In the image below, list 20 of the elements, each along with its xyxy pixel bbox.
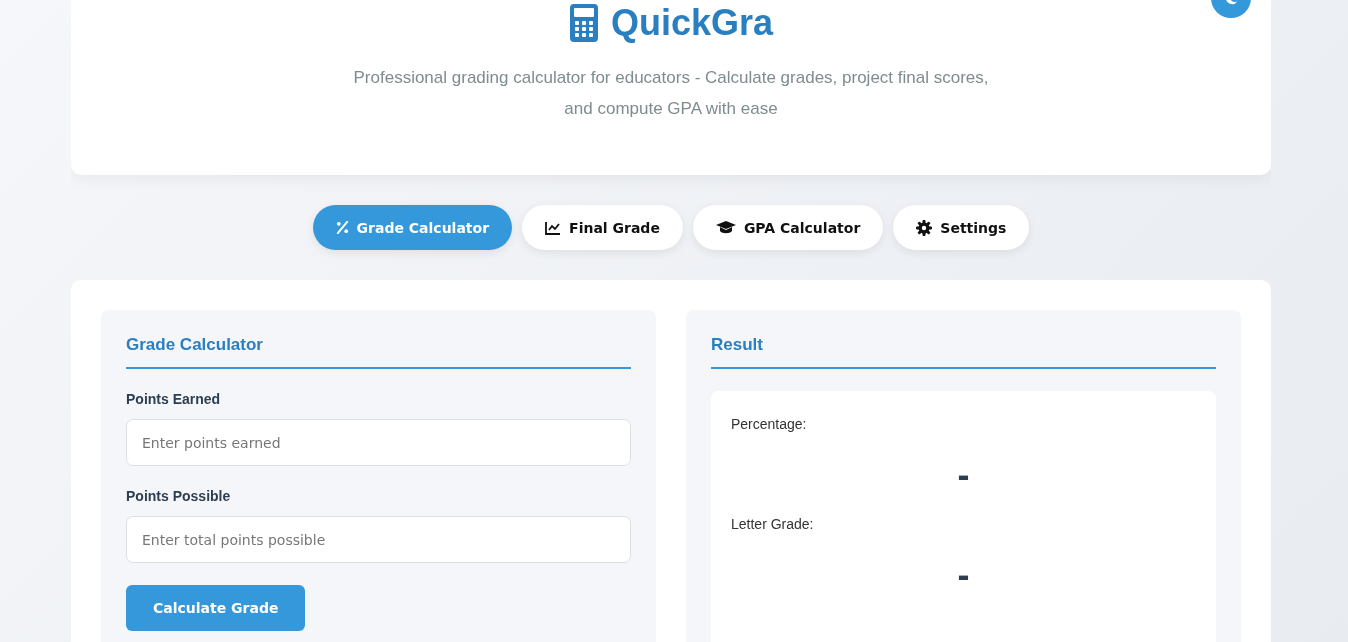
calculator-icon bbox=[568, 3, 599, 43]
percent-icon bbox=[335, 221, 349, 234]
result-label: Percentage: bbox=[731, 416, 808, 432]
app-title: QuickGra bbox=[610, 2, 774, 44]
result-value: - bbox=[956, 454, 971, 496]
field-label: Points Possible bbox=[126, 488, 232, 504]
result-label: Letter Grade: bbox=[731, 516, 815, 532]
tab[interactable]: Settings bbox=[893, 205, 1030, 250]
app-subtitle: Professional grading calculator for educators - Calculate grades, project final scores, and compute GPA with ease bbox=[352, 67, 990, 120]
tab[interactable]: Final Grade bbox=[522, 205, 683, 250]
field-label: Points Earned bbox=[126, 391, 222, 407]
panel-title: Grade Calculator bbox=[126, 335, 631, 369]
graduation-cap-icon bbox=[715, 220, 736, 235]
panel-title: Result bbox=[711, 335, 1216, 369]
line-chart-icon bbox=[545, 220, 562, 235]
input-field[interactable]: Enter total points possible bbox=[126, 516, 631, 563]
input-field[interactable]: Enter points earned bbox=[126, 419, 631, 466]
result-value: - bbox=[956, 554, 971, 596]
settings-icon bbox=[916, 219, 933, 236]
tab[interactable]: GPA Calculator bbox=[692, 205, 884, 250]
